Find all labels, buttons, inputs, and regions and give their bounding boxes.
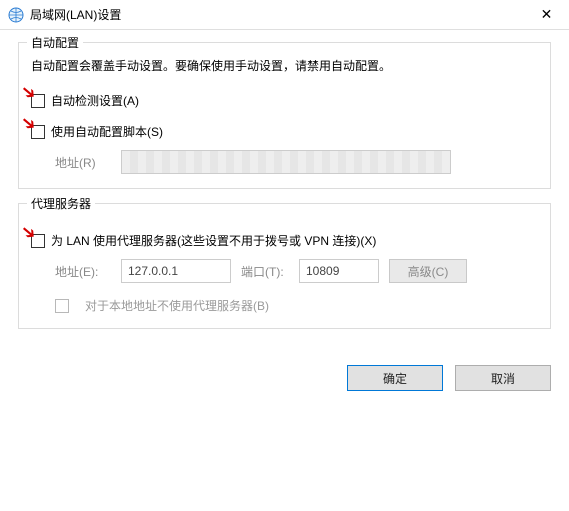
proxy-port-input[interactable]: 10809: [299, 259, 379, 283]
proxy-port-label: 端口(T):: [241, 263, 289, 280]
close-icon: ✕: [541, 6, 553, 23]
proxy-bypass-row: 对于本地地址不使用代理服务器(B): [55, 297, 538, 314]
proxy-address-row: 地址(E): 127.0.0.1 端口(T): 10809 高级(C): [55, 259, 538, 283]
proxy-bypass-label: 对于本地地址不使用代理服务器(B): [85, 297, 269, 314]
auto-config-description: 自动配置会覆盖手动设置。要确保使用手动设置，请禁用自动配置。: [31, 57, 538, 76]
auto-script-label: 使用自动配置脚本(S): [51, 123, 163, 140]
auto-script-row: ➔ 使用自动配置脚本(S): [31, 123, 538, 140]
advanced-button[interactable]: 高级(C): [389, 259, 467, 283]
internet-options-icon: [8, 7, 24, 23]
ok-button[interactable]: 确定: [347, 365, 443, 391]
auto-script-address-label: 地址(R): [55, 154, 111, 171]
window-title: 局域网(LAN)设置: [30, 6, 524, 23]
proxy-use-row: ➔ 为 LAN 使用代理服务器(这些设置不用于拨号或 VPN 连接)(X): [31, 232, 538, 249]
proxy-address-label: 地址(E):: [55, 263, 111, 280]
proxy-use-checkbox[interactable]: [31, 234, 45, 248]
dialog-footer: 确定 取消: [0, 351, 569, 405]
auto-script-address-input[interactable]: [121, 150, 451, 174]
auto-script-address-row: 地址(R): [55, 150, 538, 174]
auto-config-legend: 自动配置: [27, 34, 83, 51]
proxy-group: 代理服务器 ➔ 为 LAN 使用代理服务器(这些设置不用于拨号或 VPN 连接)…: [18, 203, 551, 329]
close-button[interactable]: ✕: [524, 0, 569, 30]
titlebar: 局域网(LAN)设置 ✕: [0, 0, 569, 30]
proxy-address-input[interactable]: 127.0.0.1: [121, 259, 231, 283]
auto-detect-label: 自动检测设置(A): [51, 92, 139, 109]
auto-config-group: 自动配置 自动配置会覆盖手动设置。要确保使用手动设置，请禁用自动配置。 ➔ 自动…: [18, 42, 551, 189]
auto-detect-checkbox[interactable]: [31, 94, 45, 108]
auto-detect-row: ➔ 自动检测设置(A): [31, 92, 538, 109]
cancel-button[interactable]: 取消: [455, 365, 551, 391]
proxy-bypass-checkbox[interactable]: [55, 299, 69, 313]
proxy-use-label: 为 LAN 使用代理服务器(这些设置不用于拨号或 VPN 连接)(X): [51, 232, 376, 249]
content: 自动配置 自动配置会覆盖手动设置。要确保使用手动设置，请禁用自动配置。 ➔ 自动…: [0, 30, 569, 351]
auto-script-checkbox[interactable]: [31, 125, 45, 139]
proxy-legend: 代理服务器: [27, 195, 95, 212]
